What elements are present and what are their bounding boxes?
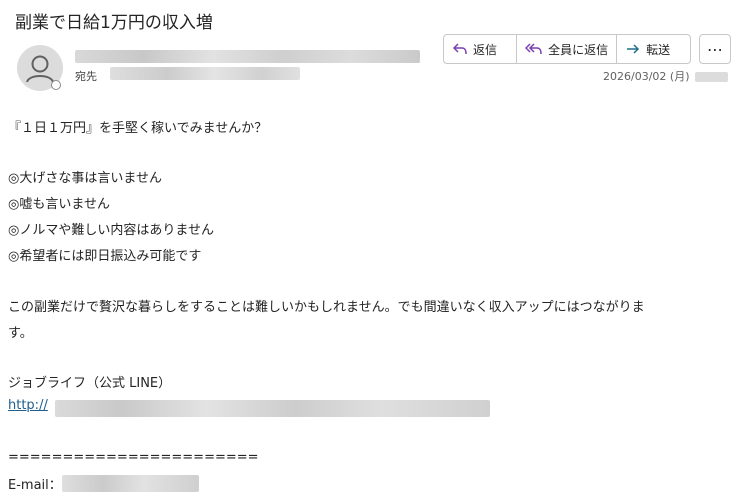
time-redacted — [695, 72, 728, 82]
received-date: 2026/03/02 (月) — [603, 70, 690, 83]
reply-all-button[interactable]: 全員に返信 — [517, 35, 618, 63]
to-label: 宛先 — [75, 70, 97, 83]
forward-icon — [627, 44, 640, 54]
body-paragraph-continued: す。 — [8, 326, 33, 341]
body-bullet-2: ◎嘘も言いません — [8, 197, 110, 212]
message-actions: 返信 全員に返信 転送 — [443, 34, 691, 64]
recipient-redacted — [110, 67, 300, 80]
more-icon: ⋯ — [707, 39, 723, 59]
reply-button[interactable]: 返信 — [444, 35, 518, 63]
email-subject: 副業で日給1万円の収入増 — [15, 13, 213, 33]
body-line-intro: 『１日１万円』を手堅く稼いでみませんか？ — [8, 121, 268, 136]
presence-status-icon — [51, 80, 61, 90]
body-bullet-1: ◎大げさな事は言いません — [8, 171, 162, 186]
sender-name-redacted — [75, 50, 420, 63]
reply-all-icon — [525, 43, 542, 55]
more-actions-button[interactable]: ⋯ — [699, 34, 731, 64]
body-divider: ======================= — [8, 450, 259, 465]
body-email-label: E-mail： — [8, 478, 62, 493]
reply-all-label: 全員に返信 — [548, 42, 609, 57]
forward-label: 転送 — [646, 42, 671, 57]
reply-icon — [452, 43, 467, 55]
email-address-redacted — [62, 475, 199, 492]
forward-button[interactable]: 転送 — [617, 35, 690, 63]
body-paragraph: この副業だけで贅沢な暮らしをすることは難しいかもしれません。でも間違いなく収入ア… — [8, 300, 645, 315]
reply-label: 返信 — [473, 42, 498, 57]
body-bullet-3: ◎ノルマや難しい内容はありません — [8, 223, 214, 238]
link-url-redacted — [55, 400, 490, 417]
body-bullet-4: ◎希望者には即日振込み可能です — [8, 249, 202, 264]
body-link[interactable]: http:// — [8, 398, 48, 413]
body-signature: ジョブライフ（公式 LINE） — [8, 376, 172, 391]
